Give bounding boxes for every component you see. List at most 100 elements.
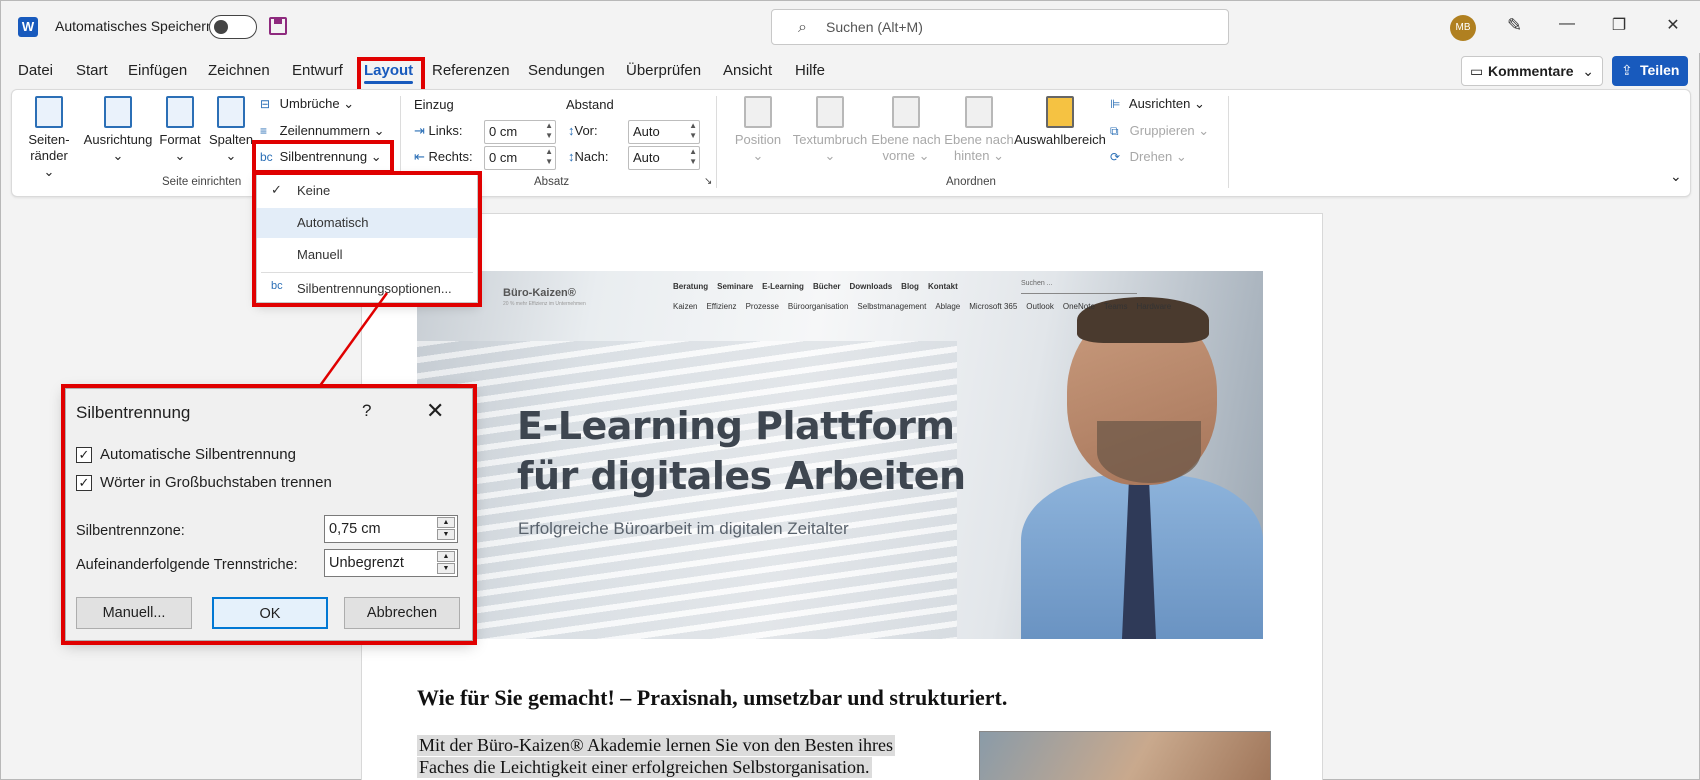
site-subnav-item: Effizienz: [706, 302, 737, 311]
orientation-button[interactable]: Ausrichtung ⌄: [82, 96, 154, 164]
dropdown-item-manual[interactable]: Manuell: [257, 240, 477, 270]
indent-label: Einzug: [414, 97, 454, 112]
collapse-ribbon-icon[interactable]: ⌄: [1670, 168, 1682, 185]
limit-label: Aufeinanderfolgende Trennstriche:: [76, 557, 298, 573]
tab-entwurf[interactable]: Entwurf: [292, 62, 343, 79]
pen-icon[interactable]: ✎: [1507, 15, 1522, 36]
hero-image: Büro-Kaizen® 20 % mehr Effizienz im Unter…: [417, 271, 1263, 639]
spacing-after-text: Nach:: [574, 149, 609, 164]
size-label: Format: [159, 132, 201, 147]
send-backward-button[interactable]: Ebene nach hinten ⌄: [942, 96, 1016, 164]
tab-ansicht[interactable]: Ansicht: [723, 62, 772, 79]
align-icon: ⊫: [1110, 97, 1121, 111]
spacing-label: Abstand: [566, 97, 614, 112]
dialog-launcher-icon[interactable]: ↘: [704, 176, 712, 187]
zone-input[interactable]: 0,75 cm ▲ ▼: [324, 515, 458, 543]
site-subnav-item: Prozesse: [745, 302, 779, 311]
dropdown-item-label: Manuell: [297, 247, 343, 262]
tab-datei[interactable]: Datei: [18, 62, 53, 79]
group-button[interactable]: ⧉ Gruppieren ⌄: [1110, 123, 1209, 139]
save-icon[interactable]: [269, 17, 287, 35]
hyphenate-caps-label[interactable]: Wörter in Großbuchstaben trennen: [100, 474, 332, 491]
site-logo: Büro-Kaizen® 20 % mehr Effizienz im Unter…: [503, 287, 586, 307]
rotate-button[interactable]: ⟳ Drehen ⌄: [1110, 149, 1187, 165]
rotate-label: Drehen: [1129, 149, 1173, 164]
indent-right-icon: ⇤: [414, 149, 425, 164]
close-icon[interactable]: ✕: [426, 398, 444, 424]
tab-hilfe[interactable]: Hilfe: [795, 62, 825, 79]
align-button[interactable]: ⊫ Ausrichten ⌄: [1110, 96, 1205, 112]
tab-start[interactable]: Start: [76, 62, 108, 79]
size-button[interactable]: Format ⌄: [156, 96, 204, 164]
tab-zeichnen[interactable]: Zeichnen: [208, 62, 270, 79]
spin-down-icon[interactable]: ▼: [437, 529, 455, 540]
chevron-down-icon: ⌄: [1582, 63, 1594, 79]
minimize-icon[interactable]: —: [1555, 15, 1579, 33]
comments-button[interactable]: ▭ Kommentare ⌄: [1461, 56, 1603, 86]
tab-sendungen[interactable]: Sendungen: [528, 62, 605, 79]
auto-hyphenate-label[interactable]: Automatische Silbentrennung: [100, 446, 296, 463]
site-nav-item: Seminare: [717, 282, 754, 291]
align-label: Ausrichten: [1128, 96, 1191, 111]
spin-down-icon[interactable]: ▼: [437, 563, 455, 574]
document-paragraph-line1[interactable]: Mit der Büro-Kaizen® Akademie lernen Sie…: [417, 735, 896, 756]
tab-ueberpruefen[interactable]: Überprüfen: [626, 62, 701, 79]
limit-input[interactable]: Unbegrenzt ▲ ▼: [324, 549, 458, 577]
help-icon[interactable]: ?: [362, 401, 371, 421]
wrap-text-button[interactable]: Textumbruch ⌄: [788, 96, 872, 164]
search-box[interactable]: ⌕ Suchen (Alt+M): [771, 9, 1229, 45]
cancel-button[interactable]: Abbrechen: [344, 597, 460, 629]
autosave-toggle[interactable]: [209, 15, 257, 39]
document-paragraph-line2[interactable]: Faches die Leichtigkeit einer erfolgreic…: [417, 757, 872, 778]
avatar[interactable]: MB: [1450, 15, 1476, 41]
site-nav-item: Downloads: [849, 282, 893, 291]
ok-button[interactable]: OK: [212, 597, 328, 629]
site-nav-item: Blog: [901, 282, 919, 291]
indent-left-input[interactable]: 0 cm ▲ ▼: [484, 120, 556, 144]
bring-forward-button[interactable]: Ebene nach vorne ⌄: [868, 96, 944, 164]
autosave-label: Automatisches Speichern: [55, 18, 214, 34]
site-subnav-item: Microsoft 365: [969, 302, 1018, 311]
breaks-button[interactable]: ⊟ Umbrüche ⌄: [260, 96, 354, 112]
selection-pane-label: Auswahlbereich: [1014, 132, 1106, 147]
share-button[interactable]: ⇪ Teilen: [1612, 56, 1688, 86]
spacing-before-value: Auto: [633, 124, 660, 139]
dropdown-item-options[interactable]: bc Silbentrennungsoptionen...: [257, 274, 477, 304]
tab-einfuegen[interactable]: Einfügen: [128, 62, 187, 79]
indent-right-input[interactable]: 0 cm ▲ ▼: [484, 146, 556, 170]
spacing-after-label: ↕Nach:: [568, 149, 608, 164]
indent-left-text: Links:: [428, 123, 463, 138]
document-image[interactable]: [979, 731, 1271, 780]
position-label: Position: [734, 132, 782, 147]
spacing-after-input[interactable]: Auto ▲ ▼: [628, 146, 700, 170]
line-numbers-button[interactable]: ≡ Zeilennummern ⌄: [260, 123, 384, 139]
hyphenate-caps-checkbox[interactable]: ✓: [76, 475, 92, 491]
breaks-icon: ⊟: [260, 97, 271, 111]
position-icon: [744, 96, 772, 128]
indent-right-label: ⇤ Rechts:: [414, 149, 473, 165]
dialog-title: Silbentrennung: [76, 403, 191, 422]
columns-button[interactable]: Spalten ⌄: [206, 96, 256, 164]
line-numbers-icon: ≡: [260, 124, 268, 138]
position-button[interactable]: Position ⌄: [728, 96, 788, 164]
margins-button[interactable]: Seiten- ränder ⌄: [24, 96, 74, 180]
spacing-before-input[interactable]: Auto ▲ ▼: [628, 120, 700, 144]
dropdown-item-none[interactable]: ✓ Keine: [257, 176, 477, 206]
hyphenation-button[interactable]: bc Silbentrennung ⌄: [260, 149, 382, 165]
auto-hyphenate-checkbox[interactable]: ✓: [76, 447, 92, 463]
dropdown-item-automatic[interactable]: Automatisch: [257, 208, 477, 238]
spacing-before-label: ↕Vor:: [568, 123, 598, 138]
restore-icon[interactable]: ❐: [1607, 15, 1631, 35]
spin-up-icon[interactable]: ▲: [437, 517, 455, 528]
site-subnav-item: Kaizen: [673, 302, 698, 311]
tab-referenzen[interactable]: Referenzen: [432, 62, 510, 79]
hero-headline-line1: E-Learning Plattform: [517, 404, 955, 448]
manual-button[interactable]: Manuell...: [76, 597, 192, 629]
tab-layout[interactable]: Layout: [364, 62, 414, 84]
site-nav-item: Beratung: [673, 282, 709, 291]
selection-pane-button[interactable]: Auswahlbereich: [1010, 96, 1110, 148]
document-heading[interactable]: Wie für Sie gemacht! – Praxisnah, umsetz…: [417, 685, 1007, 711]
title-bar: W Automatisches Speichern ⌕ Suchen (Alt+…: [1, 1, 1700, 53]
close-icon[interactable]: ✕: [1661, 15, 1685, 35]
spin-up-icon[interactable]: ▲: [437, 551, 455, 562]
